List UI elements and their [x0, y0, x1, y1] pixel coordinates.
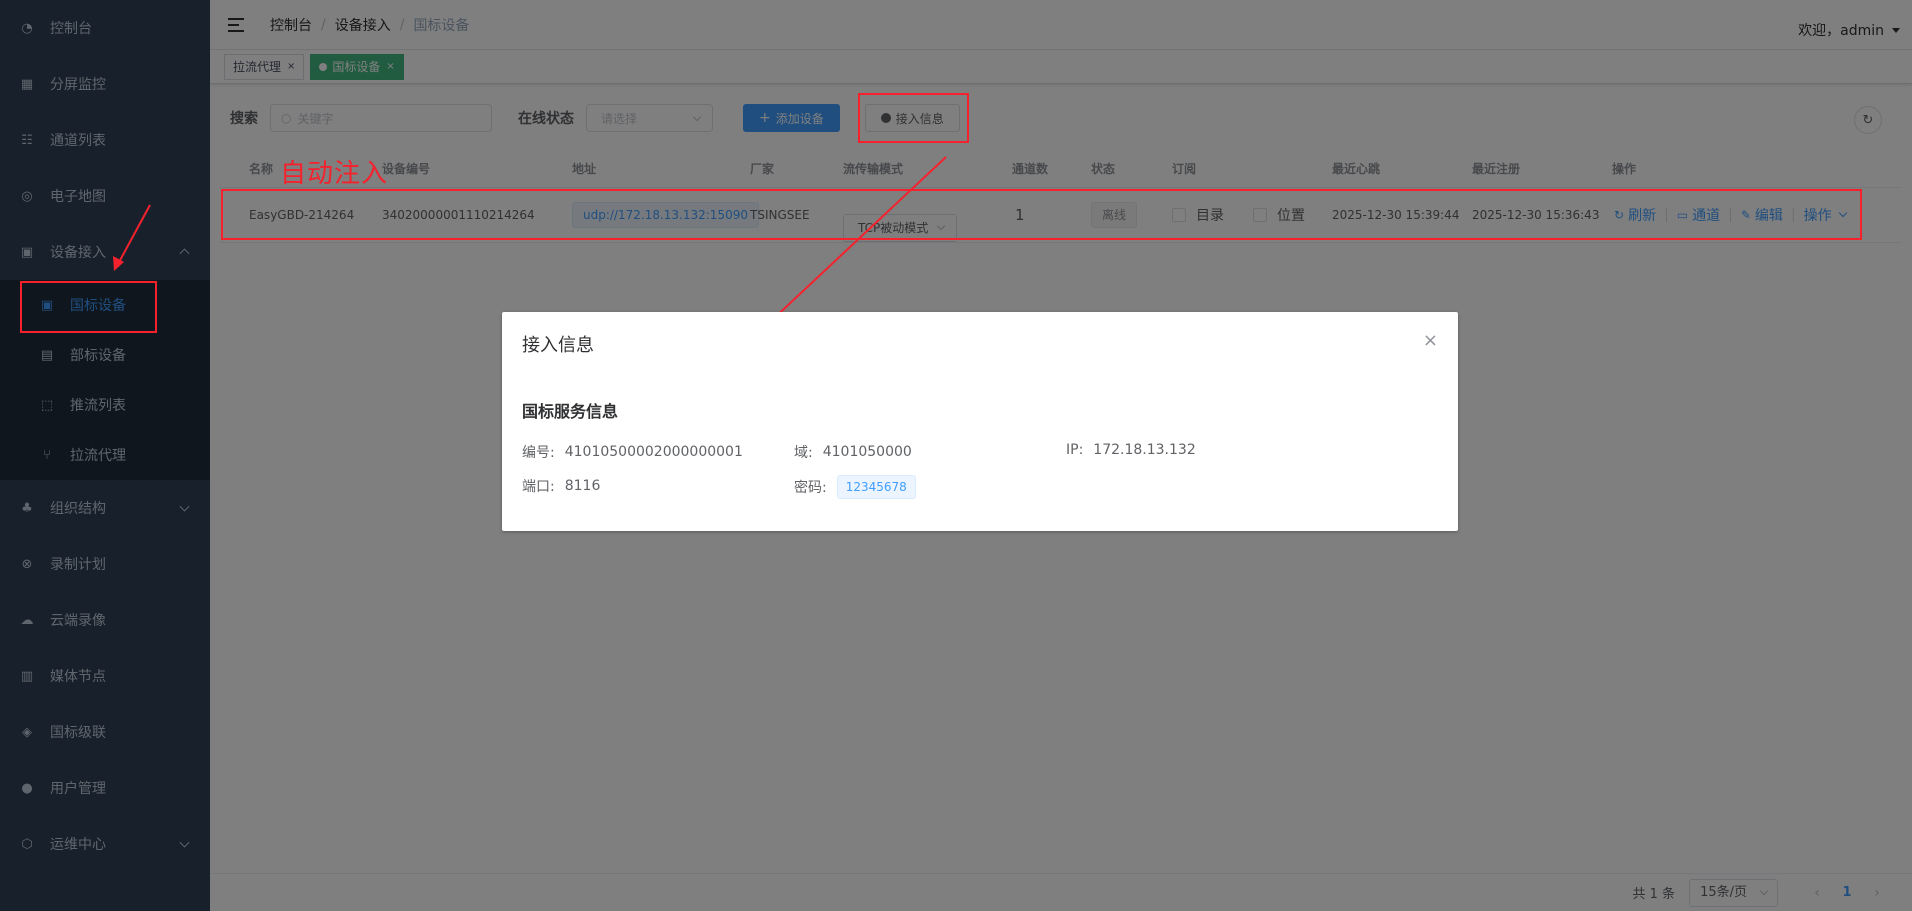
password-label: 密码:	[794, 480, 827, 496]
dialog-title: 接入信息	[522, 335, 594, 356]
gb-id-label: 编号:	[522, 445, 555, 461]
domain-field: 域: 4101050000	[794, 442, 912, 462]
port-field: 端口: 8116	[522, 476, 600, 496]
access-info-dialog: 接入信息 × 国标服务信息 编号: 41010500002000000001 域…	[502, 312, 1458, 531]
gb-id-field: 编号: 41010500002000000001	[522, 442, 743, 462]
section-title: 国标服务信息	[522, 402, 619, 421]
ip-value: 172.18.13.132	[1093, 442, 1196, 458]
port-label: 端口:	[522, 479, 555, 495]
password-tag: 12345678	[836, 475, 916, 499]
ip-field: IP: 172.18.13.132	[1066, 442, 1196, 458]
gb-id-value: 41010500002000000001	[564, 444, 743, 460]
password-field: 密码: 12345678	[794, 475, 916, 499]
port-value: 8116	[564, 478, 601, 494]
annotation-text: 自动注入	[280, 159, 389, 189]
close-icon[interactable]: ×	[1423, 332, 1438, 350]
domain-label: 域:	[794, 445, 813, 461]
domain-value: 4101050000	[822, 444, 912, 460]
ip-label: IP:	[1066, 442, 1084, 458]
